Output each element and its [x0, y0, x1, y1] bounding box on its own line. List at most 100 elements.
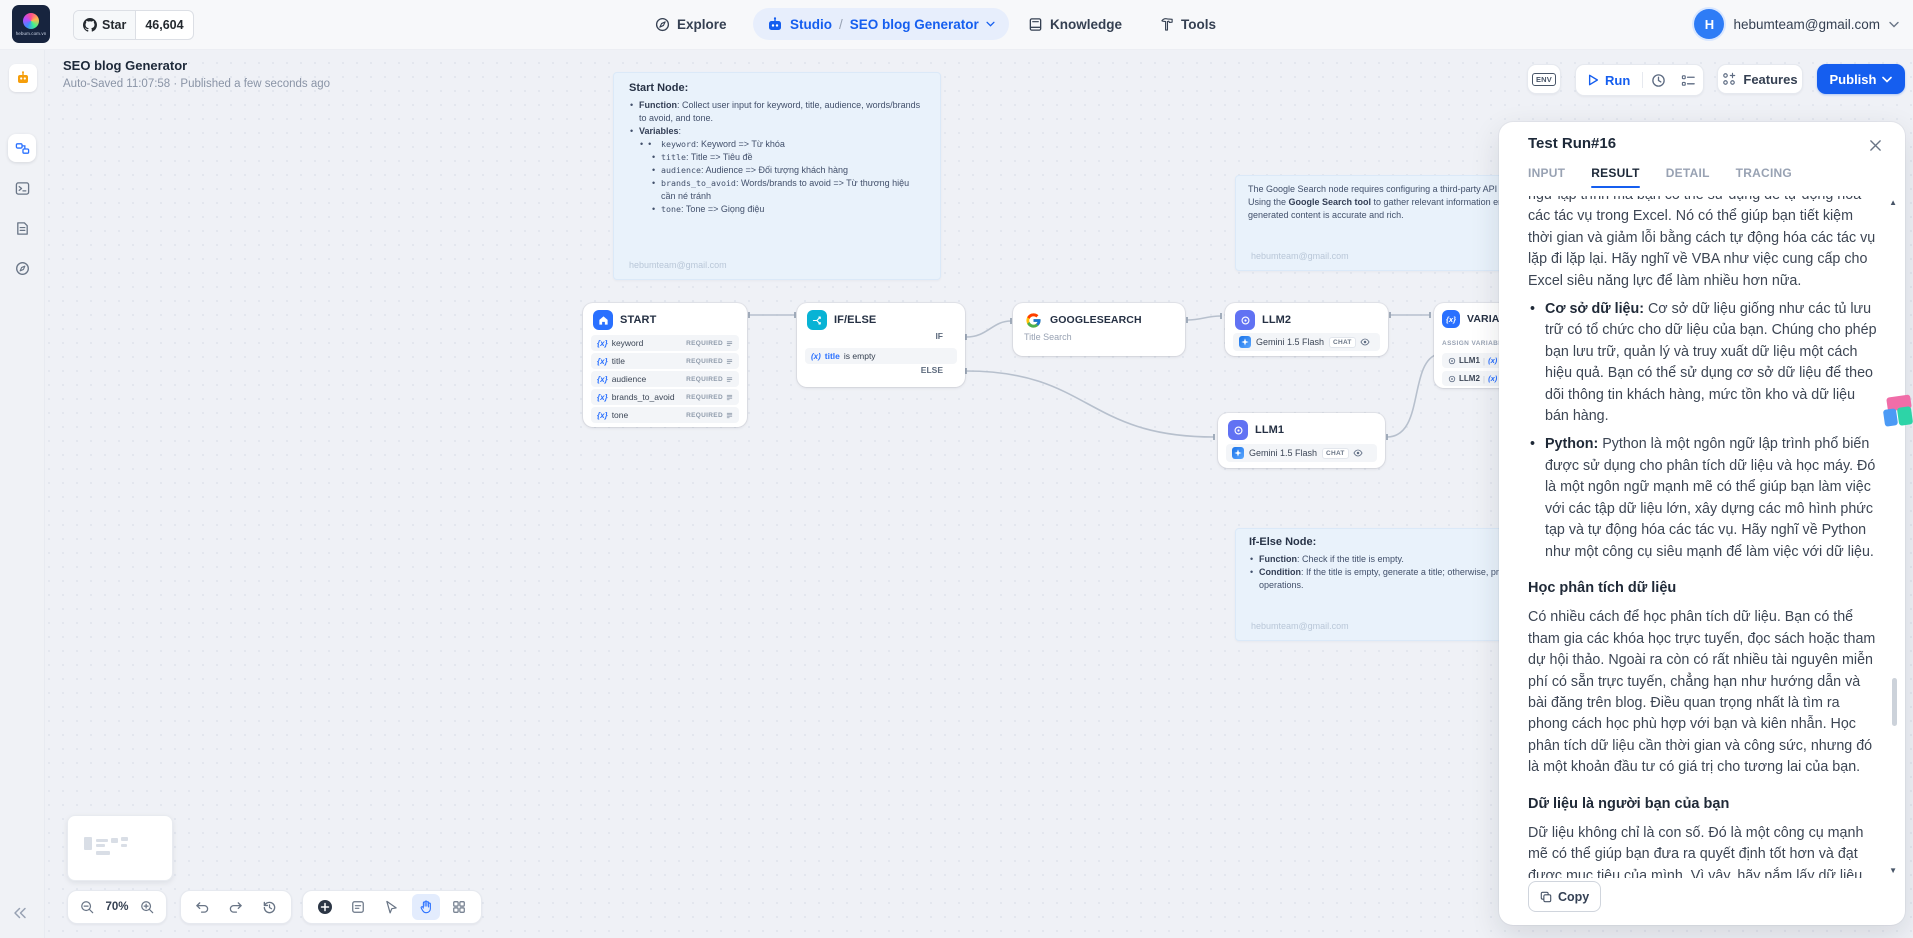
- compass-icon: [15, 261, 30, 276]
- nav-explore[interactable]: Explore: [655, 9, 727, 40]
- node-subtitle: Title Search: [1013, 332, 1185, 342]
- organize-icon: [452, 900, 466, 914]
- nav-tools[interactable]: Tools: [1160, 9, 1216, 40]
- node-title: LLM2: [1262, 314, 1291, 326]
- run-button[interactable]: Run: [1576, 65, 1642, 95]
- account-menu[interactable]: H hebumteam@gmail.com: [1694, 8, 1899, 40]
- run-toolbar: Run: [1575, 64, 1704, 96]
- breadcrumb-separator: /: [839, 17, 843, 32]
- play-icon: [1588, 74, 1599, 86]
- nav-studio-breadcrumb[interactable]: Studio / SEO blog Generator: [753, 8, 1009, 40]
- chat-badge: CHAT: [1329, 337, 1356, 348]
- start-field-audience: {x}audienceREQUIRED: [591, 371, 739, 387]
- short-text-icon: [726, 376, 733, 383]
- minimap-shape: [121, 837, 128, 841]
- llm-mini-icon: [1448, 357, 1456, 365]
- node-llm1[interactable]: LLM1 Gemini 1.5 Flash CHAT: [1218, 413, 1385, 468]
- note-start-node[interactable]: Start Node: Function: Collect user input…: [613, 72, 941, 280]
- nav-studio-label: Studio: [790, 17, 832, 32]
- features-button[interactable]: Features: [1717, 64, 1803, 94]
- hammer-icon: [1160, 17, 1174, 32]
- copy-button[interactable]: Copy: [1528, 881, 1601, 912]
- redo-icon: [228, 901, 243, 914]
- workspace-logo[interactable]: hebum.com.vn: [12, 5, 50, 43]
- node-title: IF/ELSE: [834, 314, 876, 326]
- scroll-up-arrow[interactable]: ▲: [1889, 198, 1897, 207]
- node-llm2[interactable]: LLM2 Gemini 1.5 Flash CHAT: [1225, 303, 1388, 356]
- test-run-panel: Test Run#16 INPUT RESULT DETAIL TRACING …: [1499, 122, 1905, 925]
- add-note-button[interactable]: [344, 894, 372, 920]
- tab-input[interactable]: INPUT: [1528, 166, 1565, 188]
- document-icon: [15, 221, 30, 236]
- result-content: ngữ lập trình mà bạn có thể sử dụng để t…: [1528, 196, 1880, 878]
- undo-button[interactable]: [189, 894, 217, 920]
- add-node-button[interactable]: [311, 894, 339, 920]
- zoom-level[interactable]: 70%: [101, 901, 132, 913]
- redo-button[interactable]: [222, 894, 250, 920]
- app-avatar[interactable]: [9, 64, 37, 92]
- tab-tracing[interactable]: TRACING: [1736, 166, 1792, 188]
- sticker-blue: [1883, 408, 1898, 427]
- scroll-down-arrow[interactable]: ▼: [1889, 866, 1897, 875]
- minimap[interactable]: [67, 815, 173, 881]
- checklist-button[interactable]: [1673, 65, 1703, 95]
- note-watermark: hebumteam@gmail.com: [1251, 621, 1349, 631]
- paragraph-icon: [726, 394, 733, 401]
- google-icon: [1023, 310, 1043, 330]
- history-icon: [262, 900, 277, 915]
- tab-detail[interactable]: DETAIL: [1666, 166, 1710, 188]
- organize-nodes-button[interactable]: [445, 894, 473, 920]
- env-button[interactable]: ENV: [1527, 64, 1561, 94]
- assistant-sticker[interactable]: [1884, 396, 1913, 434]
- eye-icon: [1353, 448, 1363, 458]
- orchestrate-icon: [15, 141, 30, 156]
- hand-mode-button[interactable]: [412, 894, 440, 920]
- star-label: Star: [102, 18, 126, 32]
- nav-knowledge[interactable]: Knowledge: [1028, 9, 1122, 40]
- history-toolbar: [180, 890, 292, 924]
- gemini-icon: [1239, 336, 1251, 348]
- tab-result[interactable]: RESULT: [1591, 166, 1640, 188]
- run-history-button[interactable]: [1643, 65, 1673, 95]
- note-title: If-Else Node:: [1249, 536, 1537, 548]
- chat-badge: CHAT: [1322, 448, 1349, 459]
- zoom-out-icon: [80, 900, 94, 914]
- else-branch-label: ELSE: [921, 365, 943, 375]
- add-node-icon: [317, 899, 333, 915]
- if-branch-label: IF: [935, 331, 943, 341]
- star-count: 46,604: [145, 18, 183, 32]
- llm1-model-row: Gemini 1.5 Flash CHAT: [1226, 444, 1377, 462]
- sidebar-item-logs[interactable]: [8, 214, 36, 242]
- github-star-widget[interactable]: Star 46,604: [73, 10, 194, 40]
- node-if-else[interactable]: IF/ELSE IF (x) title is empty ELSE: [797, 303, 965, 387]
- features-icon: [1722, 72, 1736, 86]
- zoom-in-button[interactable]: [135, 894, 160, 920]
- sidebar-item-api-access[interactable]: [8, 174, 36, 202]
- canvas-tools: [302, 890, 482, 924]
- publish-button[interactable]: Publish: [1817, 64, 1905, 94]
- node-start[interactable]: START {x}keywordREQUIRED {x}titleREQUIRE…: [583, 303, 747, 427]
- pointer-mode-button[interactable]: [378, 894, 406, 920]
- llm-mini-icon: [1448, 375, 1456, 383]
- zoom-out-button[interactable]: [74, 894, 99, 920]
- sidebar-item-monitoring[interactable]: [8, 254, 36, 282]
- collapse-sidebar-button[interactable]: [12, 906, 28, 925]
- terminal-icon: [15, 181, 30, 196]
- panel-scrollbar-thumb[interactable]: [1892, 678, 1897, 726]
- view-history-button[interactable]: [255, 894, 283, 920]
- cursor-icon: [385, 900, 398, 914]
- undo-icon: [195, 901, 210, 914]
- short-text-icon: [726, 340, 733, 347]
- paragraph-icon: [726, 412, 733, 419]
- llm2-model-row: Gemini 1.5 Flash CHAT: [1233, 333, 1380, 351]
- sidebar-item-orchestrate[interactable]: [8, 134, 36, 162]
- result-paragraph: Có nhiều cách để học phân tích dữ liệu. …: [1528, 607, 1880, 778]
- double-chevron-left-icon: [12, 906, 28, 920]
- assign-label: ASSIGN VARIABL: [1442, 340, 1503, 347]
- result-bullet: Python: Python là một ngôn ngữ lập trình…: [1528, 434, 1880, 562]
- book-icon: [1028, 17, 1043, 32]
- node-google-search[interactable]: GOOGLESEARCH Title Search: [1013, 303, 1185, 356]
- close-panel-button[interactable]: [1866, 136, 1884, 154]
- start-field-title: {x}titleREQUIRED: [591, 353, 739, 369]
- node-title: GOOGLESEARCH: [1050, 314, 1142, 326]
